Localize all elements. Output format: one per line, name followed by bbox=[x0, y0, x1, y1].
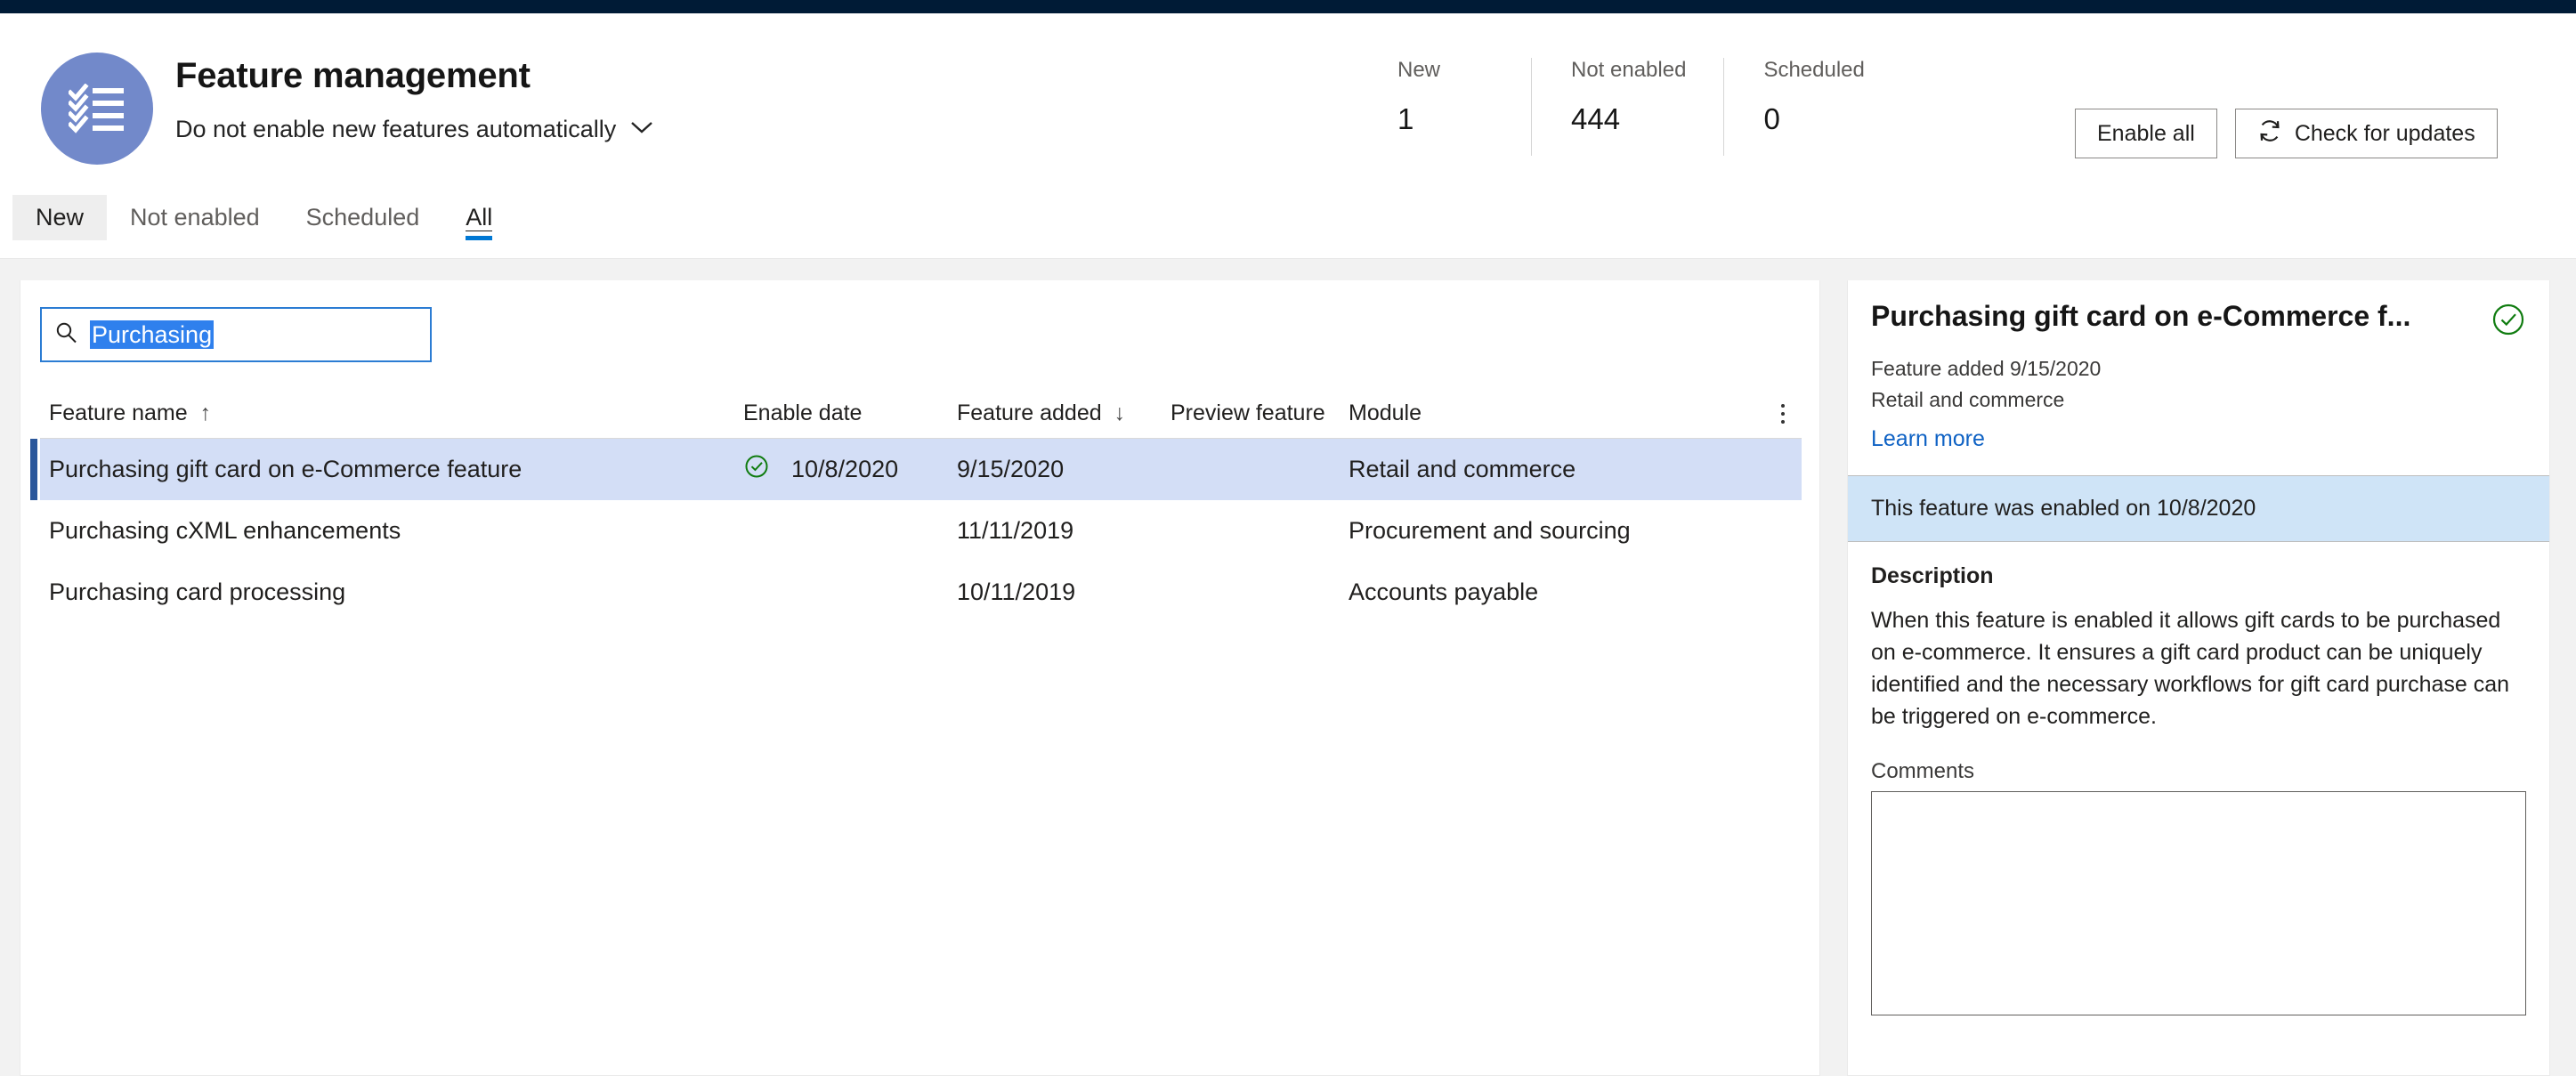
feature-detail-panel: Purchasing gift card on e-Commerce f... … bbox=[1847, 280, 2550, 1076]
header-action-buttons: Enable all Check for updates bbox=[2075, 109, 2498, 158]
stat-not-enabled-value: 444 bbox=[1571, 102, 1621, 135]
column-header-feature-name[interactable]: Feature name ↑ bbox=[40, 400, 743, 426]
enable-all-button[interactable]: Enable all bbox=[2075, 109, 2217, 158]
description-heading: Description bbox=[1871, 563, 1994, 589]
column-header-enable-date-label: Enable date bbox=[743, 400, 863, 425]
enabled-check-icon bbox=[2491, 302, 2526, 342]
column-header-module-label: Module bbox=[1349, 400, 1422, 425]
tab-scheduled[interactable]: Scheduled bbox=[283, 195, 443, 240]
column-header-enable-date[interactable]: Enable date bbox=[743, 400, 957, 426]
table-header-row: Feature name ↑ Enable date Feature added… bbox=[40, 389, 1802, 439]
more-options-icon[interactable] bbox=[1768, 394, 1798, 433]
refresh-icon bbox=[2257, 118, 2282, 150]
column-header-preview-feature-label: Preview feature bbox=[1171, 400, 1325, 425]
cell-enable-date: 10/8/2020 bbox=[743, 453, 957, 486]
column-header-feature-added[interactable]: Feature added ↓ bbox=[957, 400, 1171, 426]
column-header-preview-feature[interactable]: Preview feature bbox=[1171, 400, 1349, 426]
stat-not-enabled-label: Not enabled bbox=[1571, 58, 1687, 82]
detail-title-row: Purchasing gift card on e-Commerce f... bbox=[1871, 300, 2526, 342]
tab-new-label: New bbox=[36, 204, 85, 231]
top-navigation-bar bbox=[0, 0, 2576, 13]
tab-all[interactable]: All bbox=[442, 195, 515, 240]
learn-more-link[interactable]: Learn more bbox=[1871, 426, 1985, 452]
stat-scheduled-value: 0 bbox=[1763, 102, 1780, 135]
table-row[interactable]: Purchasing gift card on e-Commerce featu… bbox=[30, 439, 1802, 500]
tab-list: New Not enabled Scheduled All bbox=[12, 195, 515, 240]
cell-module: Accounts payable bbox=[1349, 578, 1539, 605]
search-field-wrapper: Purchasing bbox=[40, 307, 432, 362]
table-row[interactable]: Purchasing cXML enhancements 11/11/2019 … bbox=[40, 500, 1802, 562]
cell-feature-name: Purchasing gift card on e-Commerce featu… bbox=[49, 456, 522, 482]
cell-feature-added: 11/11/2019 bbox=[957, 517, 1074, 544]
tab-all-label: All bbox=[466, 204, 493, 231]
column-header-feature-name-label: Feature name bbox=[49, 400, 188, 425]
detail-title: Purchasing gift card on e-Commerce f... bbox=[1871, 300, 2411, 332]
sort-descending-icon: ↓ bbox=[1114, 400, 1126, 425]
check-for-updates-label: Check for updates bbox=[2294, 120, 2475, 146]
cell-module: Procurement and sourcing bbox=[1349, 517, 1631, 544]
main-content: Purchasing Feature name ↑ Enable date Fe… bbox=[0, 280, 2576, 1076]
column-header-feature-added-label: Feature added bbox=[957, 400, 1102, 425]
detail-added-date: Feature added 9/15/2020 bbox=[1871, 357, 2102, 380]
page-title: Feature management bbox=[175, 56, 531, 95]
stat-not-enabled: Not enabled 444 bbox=[1531, 58, 1723, 156]
stat-new: New 1 bbox=[1397, 58, 1531, 156]
auto-enable-setting-dropdown[interactable]: Do not enable new features automatically bbox=[175, 116, 653, 143]
summary-stats: New 1 Not enabled 444 Scheduled 0 bbox=[1397, 58, 1902, 156]
detail-header: Purchasing gift card on e-Commerce f... … bbox=[1848, 280, 2549, 475]
tab-scheduled-label: Scheduled bbox=[305, 204, 420, 231]
tab-not-enabled[interactable]: Not enabled bbox=[107, 195, 283, 240]
stat-scheduled: Scheduled 0 bbox=[1723, 58, 1901, 156]
enable-all-label: Enable all bbox=[2097, 120, 2195, 146]
enabled-check-icon bbox=[743, 453, 770, 486]
stat-new-value: 1 bbox=[1397, 102, 1414, 135]
feature-list-panel: Purchasing Feature name ↑ Enable date Fe… bbox=[20, 280, 1820, 1076]
cell-feature-added: 9/15/2020 bbox=[957, 456, 1065, 482]
comments-input[interactable] bbox=[1871, 791, 2526, 1016]
description-text: When this feature is enabled it allows g… bbox=[1871, 608, 2510, 729]
cell-feature-added: 10/11/2019 bbox=[957, 578, 1076, 605]
detail-status-banner: This feature was enabled on 10/8/2020 bbox=[1848, 475, 2549, 543]
stat-scheduled-label: Scheduled bbox=[1763, 58, 1865, 82]
table-row[interactable]: Purchasing card processing 10/11/2019 Ac… bbox=[40, 562, 1802, 623]
cell-feature-name: Purchasing card processing bbox=[49, 578, 346, 605]
filter-tabstrip: New Not enabled Scheduled All bbox=[0, 182, 2576, 259]
auto-enable-setting-label: Do not enable new features automatically bbox=[175, 116, 617, 142]
detail-body: Description When this feature is enabled… bbox=[1848, 542, 2549, 1020]
check-for-updates-button[interactable]: Check for updates bbox=[2234, 109, 2498, 158]
search-icon bbox=[54, 321, 77, 349]
tab-new[interactable]: New bbox=[12, 195, 108, 240]
stat-new-label: New bbox=[1397, 58, 1441, 82]
sort-ascending-icon: ↑ bbox=[199, 400, 212, 425]
cell-module: Retail and commerce bbox=[1349, 456, 1576, 482]
comments-label: Comments bbox=[1871, 759, 1975, 784]
search-input-value: Purchasing bbox=[90, 320, 215, 350]
cell-enable-date-value: 10/8/2020 bbox=[791, 456, 899, 482]
feature-table: Feature name ↑ Enable date Feature added… bbox=[30, 389, 1802, 623]
search-input[interactable]: Purchasing bbox=[40, 307, 432, 362]
tab-not-enabled-label: Not enabled bbox=[130, 204, 260, 231]
chevron-down-icon bbox=[630, 120, 653, 139]
cell-feature-name: Purchasing cXML enhancements bbox=[49, 517, 401, 544]
page-header: Feature management Do not enable new fea… bbox=[0, 13, 2576, 182]
checklist-icon bbox=[41, 53, 153, 165]
detail-module: Retail and commerce bbox=[1871, 387, 2065, 411]
column-header-module[interactable]: Module bbox=[1349, 400, 1687, 426]
